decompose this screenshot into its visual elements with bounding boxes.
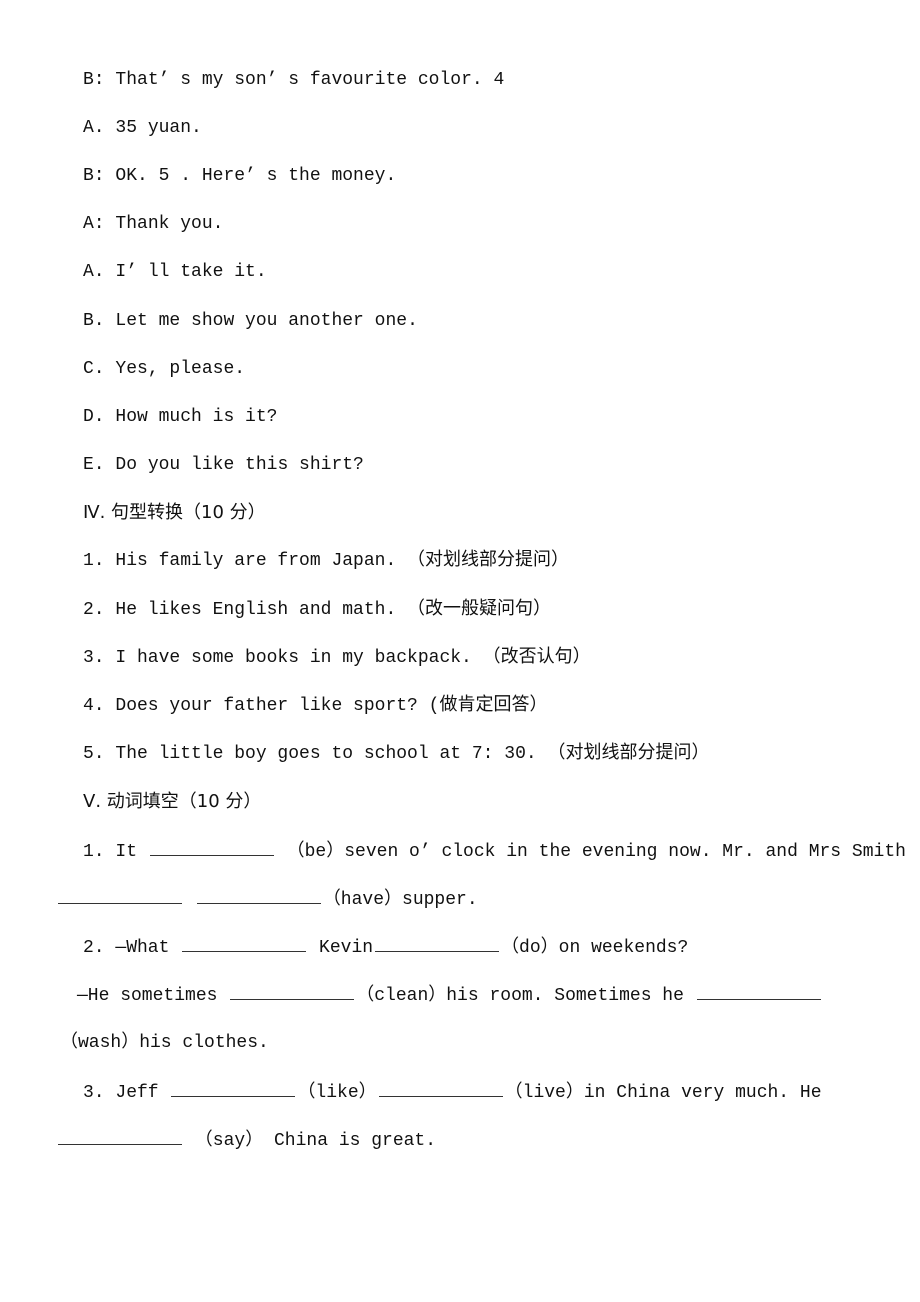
question-text: （be）seven o’ clock in the evening now. M… — [275, 842, 906, 862]
answer-blank[interactable] — [375, 935, 500, 952]
option-letter: D. — [83, 407, 105, 427]
dialogue-text: 35 yuan. — [115, 118, 202, 138]
answer-blank[interactable] — [182, 935, 307, 952]
dialogue-text: Thank you. — [115, 214, 224, 234]
option-letter: E. — [83, 455, 105, 475]
question-item: —He sometimes （clean）his room. Sometimes… — [77, 983, 823, 1007]
question-item: 1. It （be）seven o’ clock in the evening … — [83, 839, 906, 863]
answer-blank[interactable] — [58, 1128, 182, 1145]
option-text: I’ ll take it. — [115, 262, 267, 282]
option-item: C. Yes, please. — [83, 357, 245, 381]
option-item: E. Do you like this shirt? — [83, 453, 364, 477]
speaker-label: A: — [83, 214, 105, 234]
option-text: Let me show you another one. — [115, 311, 418, 331]
option-item: D. How much is it? — [83, 405, 277, 429]
question-text: 1. It — [83, 842, 138, 862]
option-letter: A. — [83, 262, 105, 282]
answer-blank[interactable] — [696, 983, 821, 1000]
answer-blank[interactable] — [196, 887, 321, 904]
speaker-label: A. — [83, 118, 105, 138]
section-heading: Ⅳ. 句型转换（10 分） — [83, 502, 266, 523]
dialogue-line: A. 35 yuan. — [83, 116, 202, 140]
question-item: 4. Does your father like sport? (做肯定回答） — [83, 696, 548, 716]
dialogue-text: That’ s my son’ s favourite color. 4 — [115, 70, 505, 90]
question-text: Kevin — [319, 938, 374, 958]
option-letter: B. — [83, 311, 105, 331]
question-continuation: （wash）his clothes. — [60, 1033, 269, 1053]
question-item: 3. I have some books in my backpack. （改否… — [83, 648, 591, 668]
option-text: Yes, please. — [115, 359, 246, 379]
answer-blank[interactable] — [58, 887, 182, 904]
question-continuation: （say） China is great. — [56, 1128, 436, 1152]
dialogue-line: B: OK. 5 . Here’ s the money. — [83, 164, 396, 188]
question-item: 5. The little boy goes to school at 7: 3… — [83, 744, 710, 764]
answer-blank[interactable] — [171, 1080, 296, 1097]
question-text: —He sometimes — [77, 986, 218, 1006]
option-item: B. Let me show you another one. — [83, 309, 418, 333]
question-item: 1. His family are from Japan. （对划线部分提问） — [83, 551, 570, 571]
question-text: （like） — [297, 1083, 377, 1103]
question-text: （say） China is great. — [184, 1131, 437, 1151]
dialogue-text: OK. 5 . Here’ s the money. — [115, 166, 397, 186]
question-continuation: （have）supper. — [56, 887, 478, 911]
section-heading: Ⅴ. 动词填空（10 分） — [83, 791, 262, 812]
question-item: 2. He likes English and math. （改一般疑问句） — [83, 600, 552, 620]
answer-blank[interactable] — [378, 1080, 503, 1097]
question-item: 3. Jeff （like） （live）in China very much. … — [83, 1080, 822, 1104]
dialogue-line: B: That’ s my son’ s favourite color. 4 — [83, 68, 504, 92]
question-text: 3. Jeff — [83, 1083, 159, 1103]
dialogue-line: A: Thank you. — [83, 212, 223, 236]
option-item: A. I’ ll take it. — [83, 260, 267, 284]
question-text: 2. —What — [83, 938, 170, 958]
question-text: （live）in China very much. He — [504, 1083, 822, 1103]
question-text: （clean）his room. Sometimes he — [356, 986, 684, 1006]
question-text: （do）on weekends? — [501, 938, 689, 958]
question-item: 2. —What Kevin （do）on weekends? — [83, 935, 688, 959]
option-letter: C. — [83, 359, 105, 379]
speaker-label: B: — [83, 70, 105, 90]
option-text: How much is it? — [115, 407, 278, 427]
answer-blank[interactable] — [149, 839, 274, 856]
speaker-label: B: — [83, 166, 105, 186]
option-text: Do you like this shirt? — [115, 455, 364, 475]
question-text: （have）supper. — [322, 890, 478, 910]
answer-blank[interactable] — [230, 983, 355, 1000]
